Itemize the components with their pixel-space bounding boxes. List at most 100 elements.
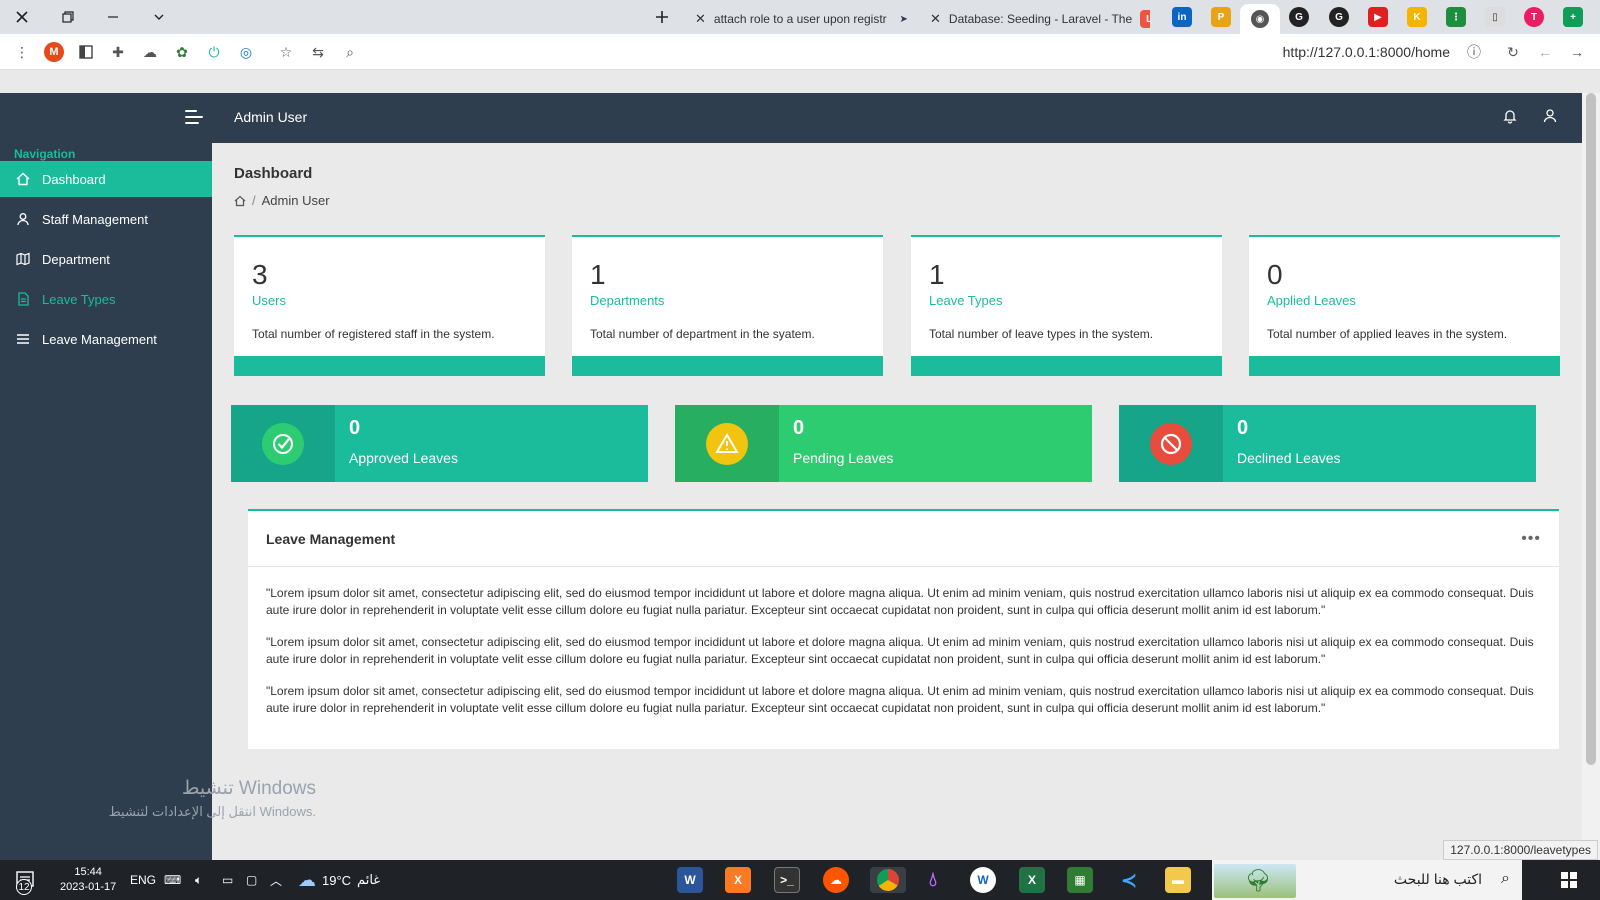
windows-start-icon[interactable] <box>1560 869 1578 891</box>
share-icon[interactable]: ⇆ <box>308 42 328 62</box>
document-icon[interactable]: ▯ <box>1485 7 1505 27</box>
sidebar-item-leave-types[interactable]: Leave Types <box>0 281 212 317</box>
phpmyadmin-icon[interactable]: P <box>1211 7 1231 27</box>
stat-card-departments: 1 Departments Total number of department… <box>572 235 883 376</box>
github-icon[interactable]: G <box>1329 7 1349 27</box>
header-user-name: Admin User <box>234 109 308 125</box>
ban-icon <box>1150 422 1192 465</box>
sidebar-icon[interactable] <box>76 42 96 62</box>
tesla-icon[interactable]: T <box>1524 7 1544 27</box>
keep-icon[interactable]: K <box>1407 7 1427 27</box>
sidebar-item-dashboard[interactable]: Dashboard <box>0 161 212 197</box>
chrome-icon[interactable] <box>870 867 906 893</box>
stat-label: Leave Types <box>929 293 1003 308</box>
approved-icon-box <box>231 405 335 482</box>
power-icon[interactable]: ⏻ <box>204 42 224 62</box>
excel-icon[interactable]: X <box>1019 867 1045 893</box>
cloud-icon: ☁ <box>298 869 316 890</box>
stat-value: 1 <box>929 259 945 290</box>
network-icon[interactable]: ▭ <box>222 869 233 891</box>
approved-leaves-label: Approved Leaves <box>349 450 458 466</box>
bookmark-star-icon[interactable]: ☆ <box>276 42 296 62</box>
map-icon <box>16 252 30 266</box>
link-status-url: 127.0.0.1:8000/leavetypes <box>1443 840 1598 860</box>
close-tab-icon[interactable]: ✕ <box>930 11 941 27</box>
vscode-icon[interactable]: ≺ <box>1116 867 1142 893</box>
stat-card-users: 3 Users Total number of registered staff… <box>234 235 545 376</box>
scrollbar-thumb[interactable] <box>1586 93 1596 765</box>
main-content: Dashboard / Admin User 3 Users Total num… <box>212 143 1582 860</box>
sidebar-item-leave-management[interactable]: Leave Management <box>0 321 212 357</box>
soundcloud-icon[interactable]: ☁ <box>823 867 849 893</box>
sheets-icon[interactable]: + <box>1563 7 1583 27</box>
sidebar-item-label: Dashboard <box>42 171 106 187</box>
taskbar-search-box[interactable]: 🌳︎ اكتب هنا للبحث ⌕ <box>1212 860 1522 900</box>
info-icon[interactable]: ⓘ <box>1464 42 1484 62</box>
apps-icon[interactable]: ⋮ <box>1446 7 1466 27</box>
app-icon[interactable]: W <box>970 867 996 893</box>
notifications-icon[interactable]: 12 <box>14 869 36 895</box>
extension-icon[interactable]: ◎ <box>236 42 256 62</box>
meet-now-icon[interactable]: ▢ <box>246 869 257 891</box>
close-tab-icon[interactable]: ✕ <box>695 11 706 27</box>
app-header: Admin User <box>0 93 1582 143</box>
weather-widget[interactable]: ☁ 19°C غائم <box>298 869 380 891</box>
stat-card-footer <box>1249 356 1560 376</box>
pending-leaves-card: 0 Pending Leaves <box>675 405 1092 482</box>
sidebar-item-staff-management[interactable]: Staff Management <box>0 201 212 237</box>
declined-leaves-card: 0 Declined Leaves <box>1119 405 1536 482</box>
file-explorer-icon[interactable]: ▬ <box>1165 867 1191 893</box>
reload-icon[interactable]: ↻ <box>1503 42 1523 62</box>
tab-attach-role[interactable]: ✕ attach role to a user upon registr ➤ <box>685 4 915 34</box>
declined-leaves-value: 0 <box>1237 417 1249 439</box>
profile-avatar-icon[interactable]: M <box>44 42 64 62</box>
hamburger-menu-icon[interactable] <box>185 110 203 126</box>
new-tab-icon[interactable] <box>650 6 674 28</box>
more-options-icon[interactable]: ••• <box>1521 530 1541 548</box>
language-indicator[interactable]: ENG <box>130 869 156 891</box>
word-icon[interactable]: W <box>677 867 703 893</box>
back-icon[interactable]: → <box>1567 42 1587 62</box>
sidebar-item-department[interactable]: Department <box>0 241 212 277</box>
browser-menu-icon[interactable]: ⋮ <box>12 42 32 62</box>
panel-header: Leave Management ••• <box>248 511 1559 567</box>
tab-search-icon[interactable] <box>147 6 171 28</box>
github-icon[interactable]: G <box>1289 7 1309 27</box>
sidebar-item-label: Staff Management <box>42 211 148 227</box>
breadcrumb: / Admin User <box>234 193 330 208</box>
volume-icon[interactable]: 🔈︎ <box>195 869 202 891</box>
send-icon: ➤ <box>899 13 908 25</box>
address-bar[interactable]: http://127.0.0.1:8000/home <box>1283 44 1450 60</box>
stat-value: 0 <box>1267 259 1283 290</box>
clock[interactable]: 15:44 2023-01-17 <box>60 864 116 896</box>
user-profile-icon[interactable] <box>1542 108 1560 126</box>
tab-title: attach role to a user upon registr <box>713 12 887 26</box>
chevron-up-icon[interactable]: ︿ <box>270 869 282 891</box>
watermark-subtitle: انتقل إلى الإعدادات لتنشيط Windows. <box>108 804 316 819</box>
bell-icon[interactable] <box>1502 108 1520 126</box>
app-icon[interactable]: ▦ <box>1067 867 1093 893</box>
home-icon[interactable] <box>234 195 246 207</box>
windows-taskbar: 12 15:44 2023-01-17 ENG ⌨ 🔈︎ ▭ ▢ ︿ ☁ 19°… <box>0 860 1600 900</box>
browser-toolbar: ⋮ M ✚ ☁ ✿ ⏻ ◎ ☆ ⇆ ⌕ http://127.0.0.1:800… <box>0 34 1600 70</box>
windows-activation-watermark: تنشيط Windows انتقل إلى الإعدادات لتنشيط… <box>80 777 316 820</box>
breadcrumb-item[interactable]: Admin User <box>262 193 330 208</box>
drop-app-icon[interactable]: 💧︎ <box>920 867 946 893</box>
linkedin-icon[interactable]: in <box>1172 7 1192 27</box>
minimize-window-icon[interactable] <box>101 6 125 28</box>
restore-window-icon[interactable] <box>56 6 80 28</box>
extensions-icon[interactable]: ✚ <box>108 42 128 62</box>
zoom-icon[interactable]: ⌕ <box>340 42 360 62</box>
page-scrollbar[interactable] <box>1582 93 1600 860</box>
weather-condition: غائم <box>357 872 381 887</box>
extension-icon[interactable]: ✿ <box>172 42 192 62</box>
tab-database-seeding[interactable]: ✕ Database: Seeding - Laravel - The L <box>920 4 1150 34</box>
youtube-icon[interactable]: ▶ <box>1368 7 1388 27</box>
keyboard-icon[interactable]: ⌨ <box>164 869 181 891</box>
terminal-icon[interactable]: >_ <box>774 867 800 893</box>
forward-icon[interactable]: ← <box>1535 42 1555 62</box>
xampp-icon[interactable]: X <box>725 867 751 893</box>
extension-icon[interactable]: ☁ <box>140 42 160 62</box>
close-window-icon[interactable] <box>10 6 34 28</box>
tab-active-home[interactable]: ◉ <box>1240 4 1280 34</box>
